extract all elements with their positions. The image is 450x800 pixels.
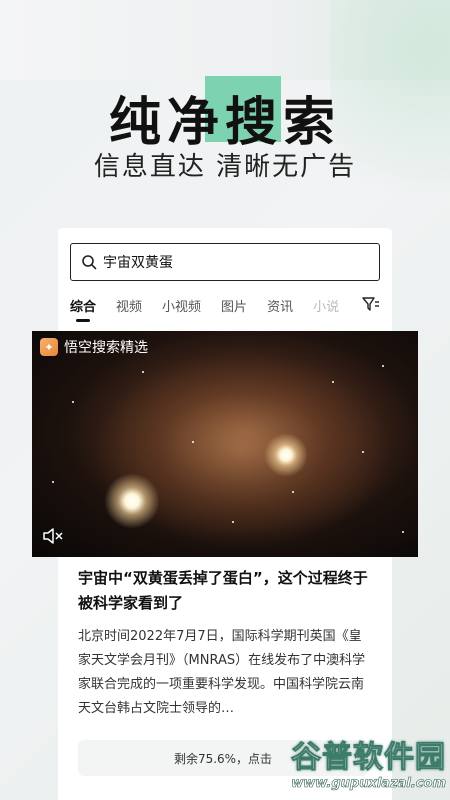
wukong-logo-icon: ✦ — [40, 338, 58, 356]
headline-part2: 索 — [283, 93, 342, 153]
watermark-logo: 谷普软件园 www.gupuxlazal.com — [250, 732, 447, 794]
search-icon — [82, 255, 97, 270]
search-query: 宇宙双黄蛋 — [103, 255, 173, 271]
headline-part1: 纯净 — [108, 93, 225, 153]
star — [52, 481, 54, 483]
tab-novel[interactable]: 小说 — [313, 296, 339, 315]
watermark-title: 谷普软件园 — [291, 740, 446, 776]
article-body: 北京时间2022年7月7日，国际科学期刊英国《皇家天文学会月刊》（MNRAS）在… — [78, 629, 366, 716]
star — [382, 365, 384, 367]
star-glow — [264, 433, 308, 477]
star — [402, 531, 404, 533]
tab-images[interactable]: 图片 — [221, 296, 247, 315]
source-badge: ✦ 悟空搜索精选 — [40, 337, 148, 357]
video-player[interactable]: ✦ 悟空搜索精选 — [32, 331, 418, 557]
article-title[interactable]: 宇宙中“双黄蛋丢掉了蛋白”，这个过程终于被科学家看到了 — [78, 566, 368, 616]
search-input[interactable]: 宇宙双黄蛋 — [70, 243, 380, 281]
star — [72, 401, 74, 403]
tab-short-video[interactable]: 小视频 — [162, 296, 201, 315]
watermark-url: www.gupuxlazal.com — [291, 776, 446, 792]
subtitle: 信息直达 清晰无广告 — [93, 152, 357, 182]
headline: 纯净搜索 — [0, 80, 450, 155]
star-glow — [104, 473, 160, 529]
badge-label: 悟空搜索精选 — [64, 340, 148, 356]
filter-icon[interactable] — [362, 296, 380, 312]
tab-all[interactable]: 综合 — [70, 296, 96, 322]
star — [142, 371, 144, 373]
star — [362, 451, 364, 453]
tab-news[interactable]: 资讯 — [267, 296, 293, 315]
star — [292, 491, 294, 493]
star — [232, 521, 234, 523]
headline-highlight-text: 搜 — [224, 93, 283, 153]
star — [192, 441, 194, 443]
tab-video[interactable]: 视频 — [116, 296, 142, 315]
star — [332, 381, 334, 383]
mute-icon[interactable] — [42, 527, 64, 545]
result-tabs: 综合 视频 小视频 图片 资讯 小说 — [70, 296, 380, 322]
